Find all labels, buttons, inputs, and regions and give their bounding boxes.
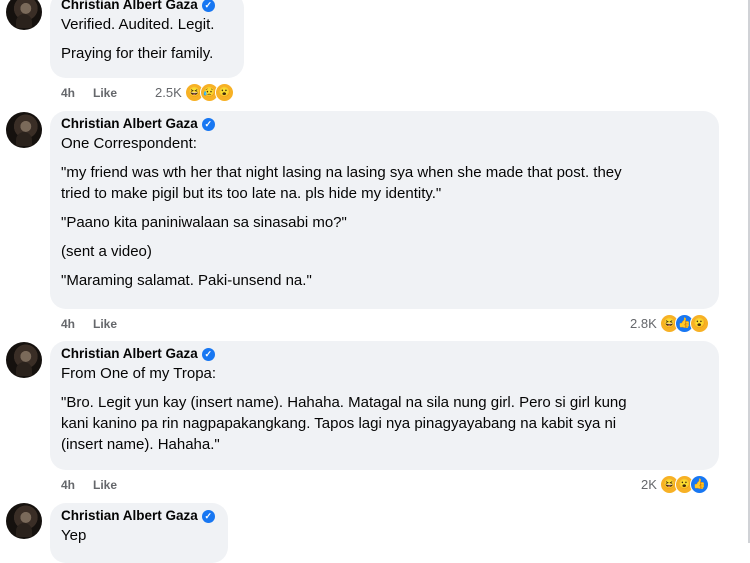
wow-reaction-icon: 😮	[214, 83, 234, 102]
author-name-label: Christian Albert Gaza	[61, 508, 198, 523]
comment-text: "Paano kita paniniwalaan sa sinasabi mo?…	[61, 214, 347, 231]
like-button[interactable]: Like	[93, 317, 117, 331]
reaction-count: 2.5K	[155, 85, 182, 100]
reaction-count: 2.8K	[630, 316, 657, 331]
comment-meta: 4h Like	[61, 478, 117, 492]
avatar[interactable]	[6, 112, 42, 148]
comment-text: (insert name). Hahaha."	[61, 436, 220, 453]
comment-bubble: Christian Albert Gaza ✓ Verified. Audite…	[50, 0, 244, 78]
wow-reaction-icon: 😮	[689, 314, 709, 333]
comment-text: tried to make pigil but its too late na.…	[61, 185, 442, 202]
author-name-label: Christian Albert Gaza	[61, 346, 198, 361]
comment-text: Praying for their family.	[61, 45, 214, 62]
avatar[interactable]	[6, 0, 42, 30]
reaction-summary[interactable]: 2.5K 😆 😥 😮	[155, 83, 234, 102]
comment-text: "my friend was wth her that night lasing…	[61, 164, 622, 181]
comment-meta: 4h Like	[61, 317, 117, 331]
comment-text: kani kanino pa rin nagpapakangkang. Tapo…	[61, 415, 617, 432]
verified-badge-icon: ✓	[201, 509, 215, 523]
author-name-label: Christian Albert Gaza	[61, 116, 198, 131]
comment-bubble: Christian Albert Gaza ✓ From One of my T…	[50, 341, 719, 470]
comment-bubble: Christian Albert Gaza ✓ Yep	[50, 503, 228, 563]
like-reaction-icon: 👍	[689, 475, 709, 494]
comment-text: (sent a video)	[61, 243, 152, 260]
like-button[interactable]: Like	[93, 86, 117, 100]
comment-text: Verified. Audited. Legit.	[61, 16, 215, 33]
like-button[interactable]: Like	[93, 478, 117, 492]
verified-badge-icon: ✓	[201, 0, 215, 12]
comment-meta: 4h Like	[61, 86, 117, 100]
verified-badge-icon: ✓	[201, 117, 215, 131]
author-name[interactable]: Christian Albert Gaza ✓	[61, 115, 707, 133]
author-name[interactable]: Christian Albert Gaza ✓	[61, 345, 707, 363]
comment-text: From One of my Tropa:	[61, 365, 217, 382]
timestamp[interactable]: 4h	[61, 86, 75, 100]
timestamp[interactable]: 4h	[61, 478, 75, 492]
comment-bubble: Christian Albert Gaza ✓ One Corresponden…	[50, 111, 719, 309]
author-name[interactable]: Christian Albert Gaza ✓	[61, 507, 216, 525]
author-name[interactable]: Christian Albert Gaza ✓	[61, 0, 232, 14]
author-name-label: Christian Albert Gaza	[61, 0, 198, 12]
comment-text: "Maraming salamat. Paki-unsend na."	[61, 272, 312, 289]
avatar[interactable]	[6, 503, 42, 539]
reaction-summary[interactable]: 2K 😆 😮 👍	[641, 475, 709, 494]
comment-text: "Bro. Legit yun kay (insert name). Hahah…	[61, 394, 627, 411]
reaction-count: 2K	[641, 477, 657, 492]
avatar[interactable]	[6, 342, 42, 378]
timestamp[interactable]: 4h	[61, 317, 75, 331]
reaction-summary[interactable]: 2.8K 😆 👍 😮	[630, 314, 709, 333]
verified-badge-icon: ✓	[201, 347, 215, 361]
comment-text: One Correspondent:	[61, 135, 197, 152]
